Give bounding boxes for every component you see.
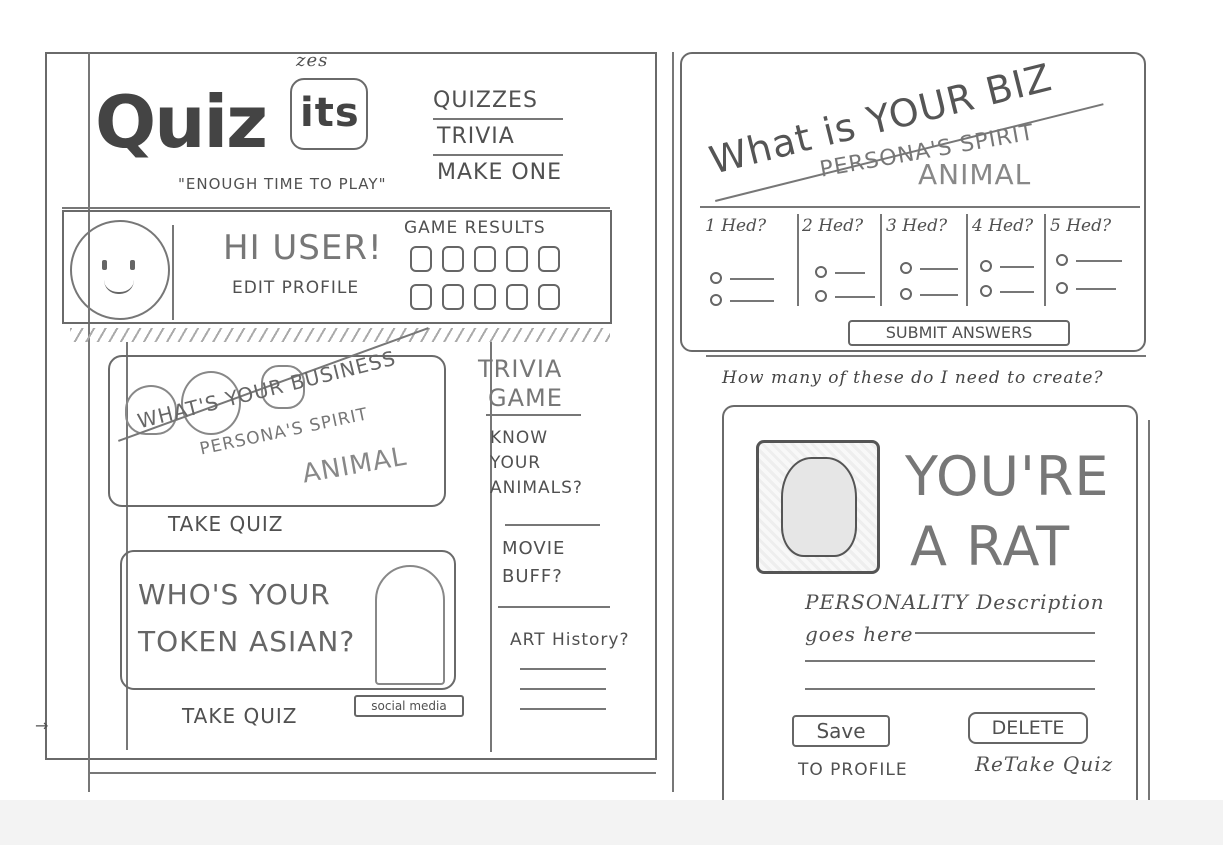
game-result-slot[interactable]: [506, 246, 528, 272]
quiz-header-divider: [700, 206, 1140, 208]
answer-radio[interactable]: [980, 260, 992, 272]
game-result-slot[interactable]: [442, 284, 464, 310]
result-title-1: YOU'RE: [905, 445, 1110, 508]
avatar[interactable]: [70, 220, 170, 320]
nav-divider: [433, 154, 563, 156]
rat-icon: [781, 457, 857, 557]
answer-radio[interactable]: [815, 290, 827, 302]
game-results-grid: [410, 246, 610, 314]
edit-profile-link[interactable]: EDIT PROFILE: [232, 278, 359, 298]
question-column-divider: [966, 214, 968, 306]
logo-zes: zes: [296, 50, 329, 71]
designer-note: How many of these do I need to create?: [722, 368, 1104, 388]
trivia-divider: [505, 524, 600, 526]
answer-radio[interactable]: [1056, 282, 1068, 294]
scan-bottom-margin: [0, 800, 1223, 845]
logo-quiz[interactable]: Quiz: [95, 80, 268, 164]
save-subtitle: TO PROFILE: [798, 760, 908, 780]
answer-radio[interactable]: [1056, 254, 1068, 266]
game-result-slot[interactable]: [410, 246, 432, 272]
home-page-bottom-edge: [88, 772, 656, 774]
quiz-card-title-2: TOKEN ASIAN?: [138, 625, 356, 658]
person-illustration: [375, 565, 445, 685]
trivia-placeholder-line: [520, 708, 606, 710]
question-heading: 5 Hed?: [1050, 216, 1112, 236]
answer-radio[interactable]: [900, 262, 912, 274]
logo-its: its: [300, 90, 360, 136]
question-heading: 3 Hed?: [886, 216, 948, 236]
question-column-divider: [797, 214, 799, 306]
hatch-divider: [70, 328, 610, 342]
result-page-right-edge: [1148, 420, 1150, 800]
nav-trivia[interactable]: TRIVIA: [437, 124, 515, 149]
description-placeholder-line: [915, 632, 1095, 634]
nav-make-one[interactable]: MAKE ONE: [437, 160, 562, 185]
description-placeholder-line: [805, 688, 1095, 690]
answer-radio[interactable]: [815, 266, 827, 278]
home-page-inner-left: [88, 52, 90, 792]
quiz-page-subtitle-2: ANIMAL: [918, 158, 1032, 191]
result-title-2: A RAT: [910, 515, 1071, 578]
tagline: "ENOUGH TIME TO PLAY": [178, 175, 387, 193]
question-heading: 2 Hed?: [802, 216, 864, 236]
margin-arrow-icon: →: [35, 716, 50, 735]
game-results-title: GAME RESULTS: [404, 218, 546, 238]
question-column-divider: [880, 214, 882, 306]
profile-divider: [172, 225, 174, 320]
personality-description-2: goes here: [805, 622, 914, 646]
answer-radio[interactable]: [710, 272, 722, 284]
social-media-button[interactable]: social media: [354, 695, 464, 717]
personality-description-1: PERSONALITY Description: [805, 590, 1105, 614]
answer-radio[interactable]: [900, 288, 912, 300]
delete-button[interactable]: DELETE: [968, 712, 1088, 744]
retake-quiz-link[interactable]: ReTake Quiz: [975, 752, 1113, 776]
question-heading: 1 Hed?: [705, 216, 767, 236]
game-result-slot[interactable]: [474, 284, 496, 310]
greeting: HI USER!: [223, 228, 383, 268]
save-button[interactable]: Save: [792, 715, 890, 747]
take-quiz-link[interactable]: TAKE QUIZ: [168, 512, 283, 536]
nav-quizzes[interactable]: QUIZZES: [433, 88, 538, 113]
nav-divider: [433, 118, 563, 120]
game-result-slot[interactable]: [538, 246, 560, 272]
game-result-slot[interactable]: [474, 246, 496, 272]
quiz-card-title-1: WHO'S YOUR: [138, 578, 331, 611]
game-result-slot[interactable]: [506, 284, 528, 310]
trivia-title-1: TRIVIA: [478, 355, 563, 383]
game-result-slot[interactable]: [538, 284, 560, 310]
trivia-divider: [498, 606, 610, 608]
quiz-page-shadow: [706, 355, 1146, 357]
home-page-right-edge: [672, 52, 674, 792]
answer-radio[interactable]: [980, 285, 992, 297]
game-result-slot[interactable]: [442, 246, 464, 272]
answer-radio[interactable]: [710, 294, 722, 306]
rat-portrait: [756, 440, 880, 574]
trivia-title-2: GAME: [488, 384, 563, 412]
question-heading: 4 Hed?: [972, 216, 1034, 236]
take-quiz-link[interactable]: TAKE QUIZ: [182, 704, 297, 728]
game-result-slot[interactable]: [410, 284, 432, 310]
description-placeholder-line: [805, 660, 1095, 662]
trivia-divider: [486, 414, 581, 416]
trivia-placeholder-line: [520, 668, 606, 670]
submit-answers-button[interactable]: SUBMIT ANSWERS: [848, 320, 1070, 346]
question-column-divider: [1044, 214, 1046, 306]
header-divider: [62, 207, 610, 209]
trivia-placeholder-line: [520, 688, 606, 690]
